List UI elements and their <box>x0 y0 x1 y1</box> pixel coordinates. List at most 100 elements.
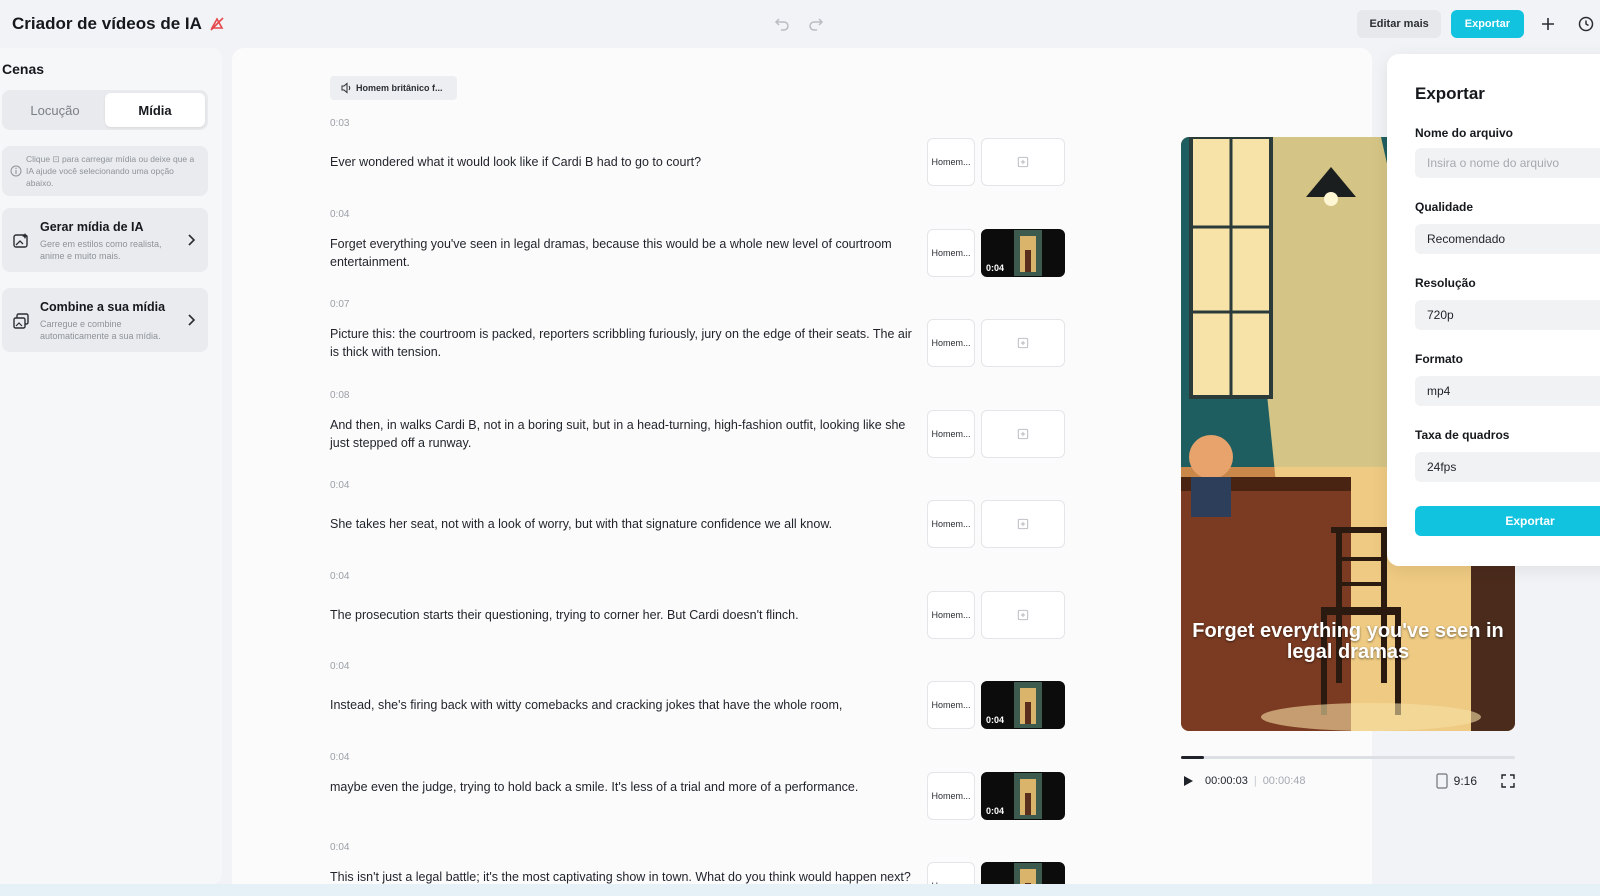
edit-more-button[interactable]: Editar mais <box>1357 10 1441 38</box>
resolution-label: Resolução <box>1415 276 1476 290</box>
plus-icon[interactable] <box>1534 10 1562 38</box>
add-media-icon <box>1017 156 1029 168</box>
scene-row[interactable]: 0:03 Ever wondered what it would look lik… <box>330 118 1070 198</box>
scene-media-thumbnail[interactable]: 0:04 <box>981 681 1065 729</box>
chevron-right-icon <box>188 314 196 326</box>
preview-caption: Forget everything you've seen in legal d… <box>1192 620 1504 663</box>
undo-redo-group <box>773 14 825 32</box>
scene-script-text[interactable]: Instead, she's firing back with witty co… <box>330 696 920 714</box>
scene-voice-button[interactable]: Homem... <box>927 590 975 639</box>
scene-media-thumbnail[interactable]: 0:04 <box>981 771 1065 820</box>
quality-label: Qualidade <box>1415 200 1474 214</box>
mode-tabs: Locução Mídia <box>2 90 208 130</box>
ai-image-icon <box>13 233 28 248</box>
thumbnail-duration: 0:04 <box>986 262 1005 273</box>
combine-media-card[interactable]: Combine a sua mídia Carregue e combine a… <box>2 288 208 352</box>
app-title-text: Criador de vídeos de IA <box>12 14 202 33</box>
scene-row[interactable]: 0:04 The prosecution starts their questio… <box>330 571 1070 651</box>
scene-voice-button[interactable]: Homem... <box>927 409 975 458</box>
add-media-icon <box>1017 337 1029 349</box>
play-icon[interactable] <box>1181 774 1195 788</box>
scene-voice-button[interactable]: Homem... <box>927 228 975 277</box>
scene-media-thumbnail[interactable]: 0:04 <box>981 228 1065 277</box>
thumbnail-duration: 0:04 <box>986 715 1005 725</box>
scene-row[interactable]: 0:04 maybe even the judge, trying to hold… <box>330 752 1070 832</box>
total-time: 00:00:48 <box>1262 775 1306 787</box>
scene-script-text[interactable]: The prosecution starts their questioning… <box>330 606 920 624</box>
export-panel-title: Exportar <box>1415 84 1485 103</box>
tab-media[interactable]: Mídia <box>105 93 205 127</box>
undo-icon[interactable] <box>773 14 791 32</box>
voice-chip-label: Homem britânico f... <box>356 83 443 93</box>
player-controls: 00:00:03 | 00:00:48 9:16 <box>1181 771 1515 791</box>
scene-duration: 0:04 <box>330 208 350 220</box>
scene-script-text[interactable]: Picture this: the courtroom is packed, r… <box>330 325 920 361</box>
scene-row[interactable]: 0:07 Picture this: the courtroom is packe… <box>330 299 1070 379</box>
scene-add-media-button[interactable] <box>981 500 1065 548</box>
scene-script-text[interactable]: And then, in walks Cardi B, not in a bor… <box>330 416 920 452</box>
format-select[interactable]: mp4 <box>1415 376 1600 406</box>
filename-input[interactable] <box>1415 148 1600 178</box>
scene-row[interactable]: 0:04 Instead, she's firing back with witt… <box>330 661 1070 741</box>
scene-row[interactable]: 0:04 She takes her seat, not with a look … <box>330 480 1070 560</box>
sidebar-title: Cenas <box>2 61 45 77</box>
scene-add-media-button[interactable] <box>981 590 1065 639</box>
scene-add-media-button[interactable] <box>981 319 1065 367</box>
scene-duration: 0:04 <box>330 661 350 672</box>
aspect-ratio-selector[interactable]: 9:16 <box>1436 773 1477 789</box>
clock-icon[interactable] <box>1572 10 1600 38</box>
aspect-ratio-label: 9:16 <box>1453 774 1477 788</box>
voice-selector[interactable]: Homem britânico f... <box>330 76 457 100</box>
scene-duration: 0:07 <box>330 299 350 310</box>
thumbnail-image <box>1014 682 1042 728</box>
card-title: Gerar mídia de IA <box>40 220 144 234</box>
media-stack-icon <box>13 313 29 329</box>
tab-voiceover[interactable]: Locução <box>5 93 105 127</box>
thumbnail-image <box>1014 772 1042 819</box>
progress-fill <box>1181 756 1205 759</box>
add-media-icon <box>1017 609 1029 620</box>
playback-progress[interactable] <box>1181 756 1515 759</box>
aspect-ratio-icon <box>1436 773 1448 789</box>
redo-icon[interactable] <box>807 14 825 32</box>
scene-duration: 0:03 <box>330 118 350 129</box>
export-panel: Exportar Nome do arquivo Qualidade Recom… <box>1387 54 1600 566</box>
scene-script-text[interactable]: She takes her seat, not with a look of w… <box>330 515 920 533</box>
scene-duration: 0:04 <box>330 751 350 763</box>
scene-script-text[interactable]: maybe even the judge, trying to hold bac… <box>330 778 920 796</box>
scene-duration: 0:08 <box>330 389 350 401</box>
scene-add-media-button[interactable] <box>981 138 1065 186</box>
top-bar: Criador de vídeos de IA Editar mais Expo… <box>0 0 1600 48</box>
generate-ai-media-card[interactable]: Gerar mídia de IA Gere em estilos como r… <box>2 208 208 272</box>
scene-duration: 0:04 <box>330 480 350 491</box>
scene-voice-button[interactable]: Homem... <box>927 319 975 367</box>
scene-voice-button[interactable]: Homem... <box>927 500 975 548</box>
bottom-strip <box>0 884 1600 896</box>
scene-voice-button[interactable]: Homem... <box>927 681 975 729</box>
scene-row[interactable]: 0:08 And then, in walks Cardi B, not in a… <box>330 390 1070 470</box>
scene-add-media-button[interactable] <box>981 409 1065 458</box>
time-separator: | <box>1253 775 1257 787</box>
scene-script-text[interactable]: Ever wondered what it would look like if… <box>330 153 920 171</box>
card-desc: Gere em estilos como realista, anime e m… <box>40 239 162 261</box>
scene-voice-button[interactable]: Homem... <box>927 771 975 820</box>
scene-voice-button[interactable]: Homem... <box>927 138 975 186</box>
quality-select[interactable]: Recomendado <box>1415 224 1600 254</box>
fullscreen-icon[interactable] <box>1501 774 1515 788</box>
scene-row[interactable]: 0:04 Forget everything you've seen in leg… <box>330 209 1070 289</box>
export-button-top[interactable]: Exportar <box>1450 10 1524 38</box>
thumbnail-image <box>1014 229 1042 276</box>
hint-text: Clique ⊡ para carregar mídia ou deixe qu… <box>26 154 195 188</box>
chevron-right-icon <box>188 234 196 246</box>
sparkle-strike-icon <box>210 17 224 31</box>
export-confirm-button[interactable]: Exportar <box>1415 506 1600 536</box>
scene-script-text[interactable]: Forget everything you've seen in legal d… <box>330 235 920 271</box>
card-title: Combine a sua mídia <box>40 300 166 314</box>
framerate-select[interactable]: 24fps <box>1415 452 1600 482</box>
thumbnail-duration: 0:04 <box>986 805 1005 816</box>
top-actions: Editar mais Exportar <box>1357 10 1600 38</box>
media-hint: Clique ⊡ para carregar mídia ou deixe qu… <box>2 146 208 196</box>
add-media-icon <box>1017 428 1029 439</box>
resolution-select[interactable]: 720p <box>1415 300 1600 330</box>
filename-label: Nome do arquivo <box>1415 126 1514 140</box>
